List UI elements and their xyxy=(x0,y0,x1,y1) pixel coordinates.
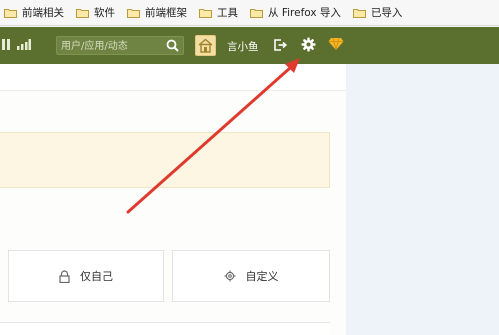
page-background xyxy=(346,64,499,335)
bookmark-label: 前端相关 xyxy=(22,7,64,19)
bookmark-label: 工具 xyxy=(217,7,238,19)
gem-icon[interactable] xyxy=(328,37,344,54)
search-box[interactable] xyxy=(56,36,184,55)
bookmark-imported[interactable]: 已导入 xyxy=(352,3,403,23)
folder-icon xyxy=(250,8,263,18)
main-panel: 仅自己 自定义 xyxy=(0,64,346,335)
pause-icon[interactable] xyxy=(2,39,11,50)
bookmark-firefox-import[interactable]: 从 Firefox 导入 xyxy=(250,3,341,23)
folder-icon xyxy=(127,8,140,18)
folder-icon xyxy=(199,8,212,18)
option-label: 仅自己 xyxy=(80,270,113,283)
search-input[interactable] xyxy=(61,38,159,54)
folder-icon xyxy=(76,8,89,18)
signal-icon[interactable] xyxy=(17,39,31,50)
gear-icon[interactable] xyxy=(301,37,316,55)
top-navigation-bar: 言小鱼 xyxy=(0,27,499,64)
privacy-option-self[interactable]: 仅自己 xyxy=(8,250,164,302)
gear-icon xyxy=(224,270,236,282)
bookmark-label: 软件 xyxy=(94,7,115,19)
panel-bottom-strip xyxy=(0,322,330,335)
panel-header xyxy=(0,64,346,91)
privacy-option-custom[interactable]: 自定义 xyxy=(172,250,330,302)
bookmark-frontend[interactable]: 前端相关 xyxy=(4,3,64,23)
bookmark-software[interactable]: 软件 xyxy=(76,3,115,23)
logout-icon[interactable] xyxy=(273,38,288,55)
notice-banner xyxy=(0,132,330,188)
bookmark-label: 前端框架 xyxy=(145,7,187,19)
home-app-icon[interactable] xyxy=(195,35,216,56)
username[interactable]: 言小鱼 xyxy=(227,39,259,54)
option-label: 自定义 xyxy=(245,270,279,283)
lock-icon xyxy=(59,269,70,283)
folder-icon xyxy=(4,8,17,18)
search-icon[interactable] xyxy=(166,39,179,55)
bookmarks-bar: 前端相关 软件 前端框架 工具 从 Firefox 导入 已导入 xyxy=(0,0,499,26)
bookmark-label: 从 Firefox 导入 xyxy=(268,7,341,19)
bookmark-label: 已导入 xyxy=(370,7,403,19)
folder-icon xyxy=(352,8,366,18)
bookmark-frameworks[interactable]: 前端框架 xyxy=(127,3,187,23)
bookmark-tools[interactable]: 工具 xyxy=(199,3,238,23)
signal-bars xyxy=(2,39,31,50)
